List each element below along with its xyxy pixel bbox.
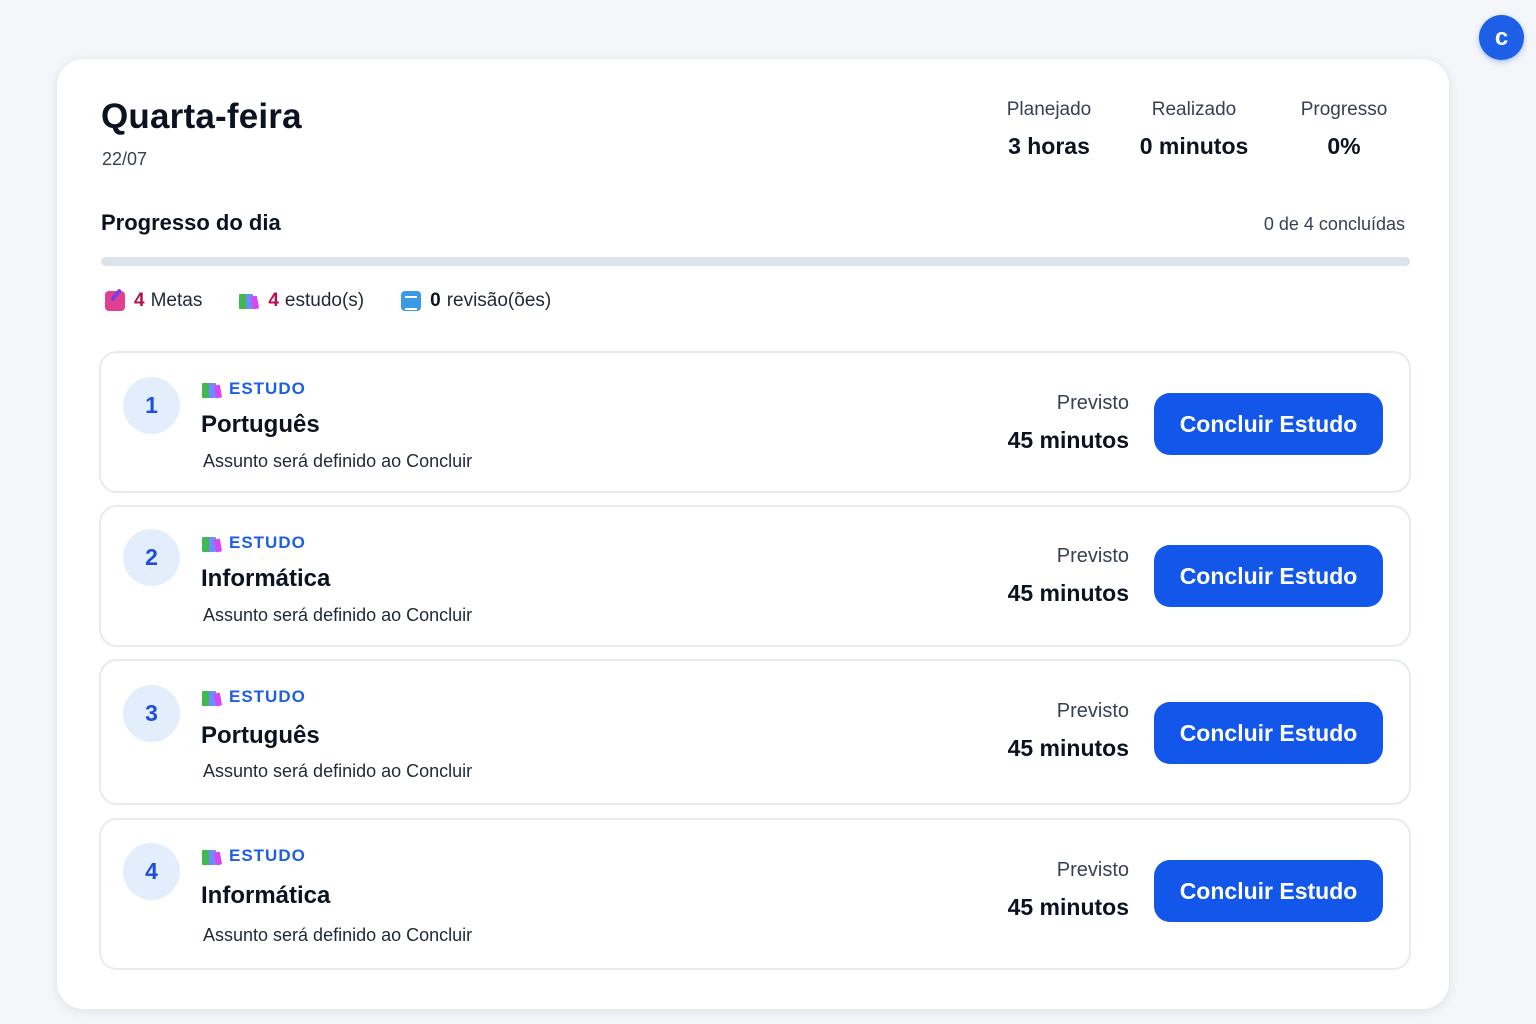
task-kind-label: ESTUDO	[229, 687, 306, 706]
task-card: 3 ESTUDO Português Assunto será definido…	[99, 659, 1411, 805]
complete-study-button[interactable]: Concluir Estudo	[1154, 545, 1383, 607]
task-planned-label: Previsto	[1056, 700, 1129, 722]
card-index-icon	[401, 291, 422, 311]
task-kind: ESTUDO	[202, 379, 306, 399]
progress-bar	[101, 257, 1410, 266]
progress-count: 0 de 4 concluídas	[1263, 214, 1405, 234]
task-planned: Previsto 45 minutos	[1008, 700, 1129, 762]
task-number-badge: 4	[123, 843, 180, 900]
task-number-badge: 1	[123, 377, 180, 434]
counter-estudos: 4 estudo(s)	[239, 290, 364, 312]
task-note: Assunto será definido ao Concluir	[203, 605, 473, 625]
task-kind: ESTUDO	[202, 533, 306, 553]
stat-value: 0 minutos	[1139, 133, 1249, 159]
complete-study-button[interactable]: Concluir Estudo	[1154, 860, 1383, 922]
counter-estudos-label: estudo(s)	[284, 290, 365, 311]
counters-row: 4 Metas 4 estudo(s) 0 revisão(ões)	[105, 290, 588, 312]
task-kind-label: ESTUDO	[229, 533, 306, 552]
day-card: Quarta-feira 22/07 Planejado 3 horas Rea…	[56, 58, 1450, 1010]
task-planned: Previsto 45 minutos	[1008, 859, 1129, 921]
counter-revisoes-count: 0	[430, 290, 441, 311]
task-kind: ESTUDO	[202, 687, 306, 707]
task-subject: Informática	[201, 882, 331, 909]
task-kind-label: ESTUDO	[229, 846, 306, 865]
books-icon	[202, 380, 223, 399]
day-date: 22/07	[102, 149, 148, 169]
task-card: 4 ESTUDO Informática Assunto será defini…	[99, 818, 1411, 970]
books-icon	[239, 291, 260, 311]
task-subject: Português	[201, 722, 320, 749]
day-title: Quarta-feira	[101, 97, 302, 136]
task-kind-label: ESTUDO	[229, 379, 306, 398]
task-note: Assunto será definido ao Concluir	[203, 925, 473, 945]
stat-value: 0%	[1327, 133, 1361, 159]
task-kind: ESTUDO	[202, 846, 306, 866]
stat-realized: Realizado 0 minutos	[1129, 99, 1259, 160]
progress-title: Progresso do dia	[101, 210, 281, 235]
task-planned-label: Previsto	[1056, 545, 1129, 567]
books-icon	[202, 688, 223, 707]
task-planned-value: 45 minutos	[1007, 894, 1129, 920]
counter-revisoes: 0 revisão(ões)	[401, 290, 551, 312]
task-planned-value: 45 minutos	[1007, 580, 1129, 606]
task-planned: Previsto 45 minutos	[1008, 545, 1129, 607]
task-number-badge: 2	[123, 529, 180, 586]
task-planned: Previsto 45 minutos	[1008, 392, 1129, 454]
task-card: 1 ESTUDO Português Assunto será definido…	[99, 351, 1411, 493]
complete-study-button[interactable]: Concluir Estudo	[1154, 393, 1383, 455]
books-icon	[202, 847, 223, 866]
stat-value: 3 horas	[1008, 133, 1090, 159]
task-planned-label: Previsto	[1056, 859, 1129, 881]
memo-pencil-icon	[105, 291, 125, 311]
task-note: Assunto será definido ao Concluir	[203, 451, 473, 471]
counter-metas-count: 4	[134, 290, 145, 311]
counter-metas: 4 Metas	[105, 290, 202, 312]
books-icon	[202, 534, 223, 553]
task-card: 2 ESTUDO Informática Assunto será defini…	[99, 505, 1411, 647]
task-subject: Informática	[201, 565, 331, 592]
stat-label: Planejado	[1006, 99, 1092, 120]
stat-progress: Progresso 0%	[1289, 99, 1399, 160]
counter-metas-label: Metas	[150, 290, 203, 311]
task-number-badge: 3	[123, 685, 180, 742]
task-planned-label: Previsto	[1056, 392, 1129, 414]
stat-label: Realizado	[1151, 99, 1237, 120]
stat-label: Progresso	[1300, 99, 1388, 120]
stat-planned: Planejado 3 horas	[999, 99, 1099, 160]
counter-estudos-count: 4	[268, 290, 279, 311]
task-planned-value: 45 minutos	[1007, 735, 1129, 761]
task-subject: Português	[201, 411, 320, 438]
complete-study-button[interactable]: Concluir Estudo	[1154, 702, 1383, 764]
task-note: Assunto será definido ao Concluir	[203, 761, 473, 781]
task-planned-value: 45 minutos	[1007, 427, 1129, 453]
counter-revisoes-label: revisão(ões)	[446, 290, 552, 311]
user-avatar[interactable]: c	[1479, 15, 1524, 60]
